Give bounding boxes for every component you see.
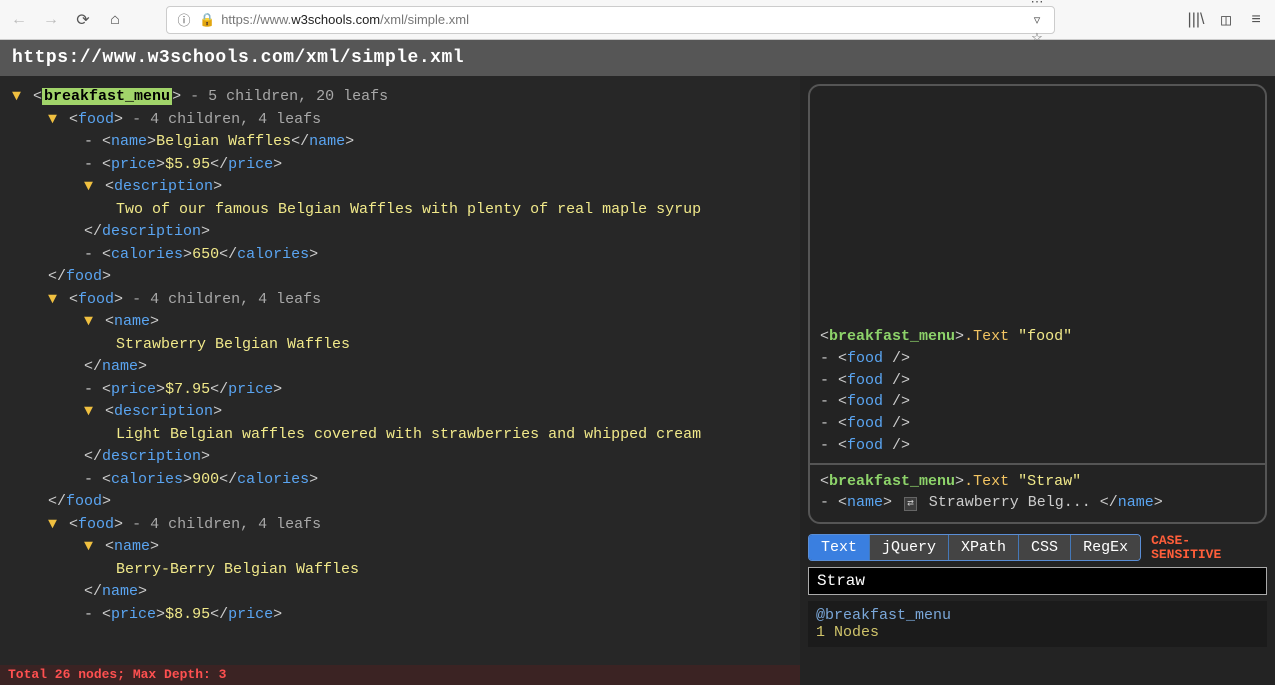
tree-node-food[interactable]: ▼ <food> - 4 children, 4 leafs <box>48 289 788 312</box>
info-icon: ⓘ <box>175 11 193 29</box>
results-box: <breakfast_menu>.Text "food" - <food />-… <box>808 84 1267 524</box>
tree-node-food-close: </food> <box>48 266 788 289</box>
result-item[interactable]: - <food /> <box>820 348 1255 370</box>
xml-tree: ▼ <breakfast_menu> - 5 children, 20 leaf… <box>12 86 788 626</box>
search-input[interactable] <box>808 567 1267 595</box>
search-results-panel: <breakfast_menu>.Text "food" - <food />-… <box>800 76 1275 685</box>
menu-icon[interactable]: ≡ <box>1247 11 1265 29</box>
xml-tree-panel: ▼ <breakfast_menu> - 5 children, 20 leaf… <box>0 76 800 685</box>
sidebar-icon[interactable]: ◫ <box>1217 11 1235 29</box>
result-item[interactable]: - <food /> <box>820 391 1255 413</box>
caret-down-icon[interactable]: ▼ <box>48 289 60 312</box>
tree-node-name-close: </name> <box>84 356 788 379</box>
tree-node-name[interactable]: ▼ <name> <box>84 536 788 559</box>
tree-text: Light Belgian waffles covered with straw… <box>116 424 716 447</box>
context-hint[interactable]: @breakfast_menu <box>816 607 1259 624</box>
arrow-right-icon: → <box>46 11 56 29</box>
result-item[interactable]: - <food /> <box>820 370 1255 392</box>
tree-node-name-close: </name> <box>84 581 788 604</box>
browser-toolbar: ← → ⟳ ⌂ ⓘ 🔒 https://www.w3schools.com/xm… <box>0 0 1275 40</box>
status-text: Total 26 nodes; Max Depth: 3 <box>8 667 226 682</box>
search-mode-tabs: TextjQueryXPathCSSRegEx CASE- SENSITIVE <box>808 534 1267 561</box>
result-count: 1 Nodes <box>816 624 1259 641</box>
tab-text[interactable]: Text <box>809 535 870 560</box>
status-bar: Total 26 nodes; Max Depth: 3 <box>0 665 800 685</box>
caret-down-icon[interactable]: ▼ <box>48 109 60 132</box>
more-icon[interactable]: ⋯ <box>1028 0 1046 11</box>
tree-node-food-close: </food> <box>48 491 788 514</box>
truncate-icon: ⇄ <box>904 497 917 511</box>
tab-xpath[interactable]: XPath <box>949 535 1019 560</box>
result-item[interactable]: - <food /> <box>820 435 1255 457</box>
result-query: <breakfast_menu>.Text "food" <box>820 326 1255 348</box>
tree-node-name[interactable]: ▼ <name> <box>84 311 788 334</box>
lock-icon: 🔒 <box>199 12 215 28</box>
caret-down-icon[interactable]: ▼ <box>84 311 96 334</box>
chrome-right-group: |||\ ◫ ≡ <box>1187 11 1265 29</box>
caret-down-icon[interactable]: ▼ <box>84 536 96 559</box>
tree-node-root[interactable]: ▼ <breakfast_menu> - 5 children, 20 leaf… <box>12 86 788 109</box>
caret-down-icon[interactable]: ▼ <box>48 514 60 537</box>
tree-node-description[interactable]: ▼ <description> <box>84 401 788 424</box>
tree-node-calories[interactable]: - <calories>900</calories> <box>84 469 788 492</box>
tree-node-name[interactable]: - <name>Belgian Waffles</name> <box>84 131 788 154</box>
tree-text: Strawberry Belgian Waffles <box>116 334 716 357</box>
tree-node-description[interactable]: ▼ <description> <box>84 176 788 199</box>
tree-node-price[interactable]: - <price>$8.95</price> <box>84 604 788 627</box>
caret-down-icon[interactable]: ▼ <box>12 86 24 109</box>
url-bar[interactable]: ⓘ 🔒 https://www.w3schools.com/xml/simple… <box>166 6 1055 34</box>
pocket-icon[interactable]: ▿ <box>1028 11 1046 29</box>
result-item[interactable]: - <name> ⇄ Strawberry Belg... </name> <box>820 492 1255 514</box>
caret-down-icon[interactable]: ▼ <box>84 176 96 199</box>
tab-regex[interactable]: RegEx <box>1071 535 1140 560</box>
caret-down-icon[interactable]: ▼ <box>84 401 96 424</box>
tree-node-food[interactable]: ▼ <food> - 4 children, 4 leafs <box>48 109 788 132</box>
library-icon[interactable]: |||\ <box>1187 11 1205 29</box>
tab-jquery[interactable]: jQuery <box>870 535 949 560</box>
page-title: https://www.w3schools.com/xml/simple.xml <box>12 48 464 68</box>
reload-icon: ⟳ <box>76 10 89 30</box>
reload-button[interactable]: ⟳ <box>74 11 92 29</box>
result-query: <breakfast_menu>.Text "Straw" <box>820 471 1255 493</box>
bookmark-star-icon[interactable]: ☆ <box>1028 29 1046 47</box>
tree-node-price[interactable]: - <price>$5.95</price> <box>84 154 788 177</box>
tree-node-price[interactable]: - <price>$7.95</price> <box>84 379 788 402</box>
search-hints: @breakfast_menu 1 Nodes <box>808 601 1267 647</box>
tree-node-description-close: </description> <box>84 221 788 244</box>
home-icon: ⌂ <box>110 11 120 29</box>
tree-node-calories[interactable]: - <calories>650</calories> <box>84 244 788 267</box>
arrow-left-icon: ← <box>14 11 24 29</box>
url-text: https://www.w3schools.com/xml/simple.xml <box>221 12 1022 27</box>
tree-text: Berry-Berry Belgian Waffles <box>116 559 716 582</box>
forward-button[interactable]: → <box>42 11 60 29</box>
page-title-bar: https://www.w3schools.com/xml/simple.xml <box>0 40 1275 76</box>
home-button[interactable]: ⌂ <box>106 11 124 29</box>
tree-node-food[interactable]: ▼ <food> - 4 children, 4 leafs <box>48 514 788 537</box>
tab-css[interactable]: CSS <box>1019 535 1071 560</box>
tree-text: Two of our famous Belgian Waffles with p… <box>116 199 716 222</box>
result-item[interactable]: - <food /> <box>820 413 1255 435</box>
case-sensitive-toggle[interactable]: CASE- SENSITIVE <box>1151 534 1221 561</box>
nav-button-group: ← → ⟳ ⌂ <box>10 11 124 29</box>
back-button[interactable]: ← <box>10 11 28 29</box>
tree-node-description-close: </description> <box>84 446 788 469</box>
